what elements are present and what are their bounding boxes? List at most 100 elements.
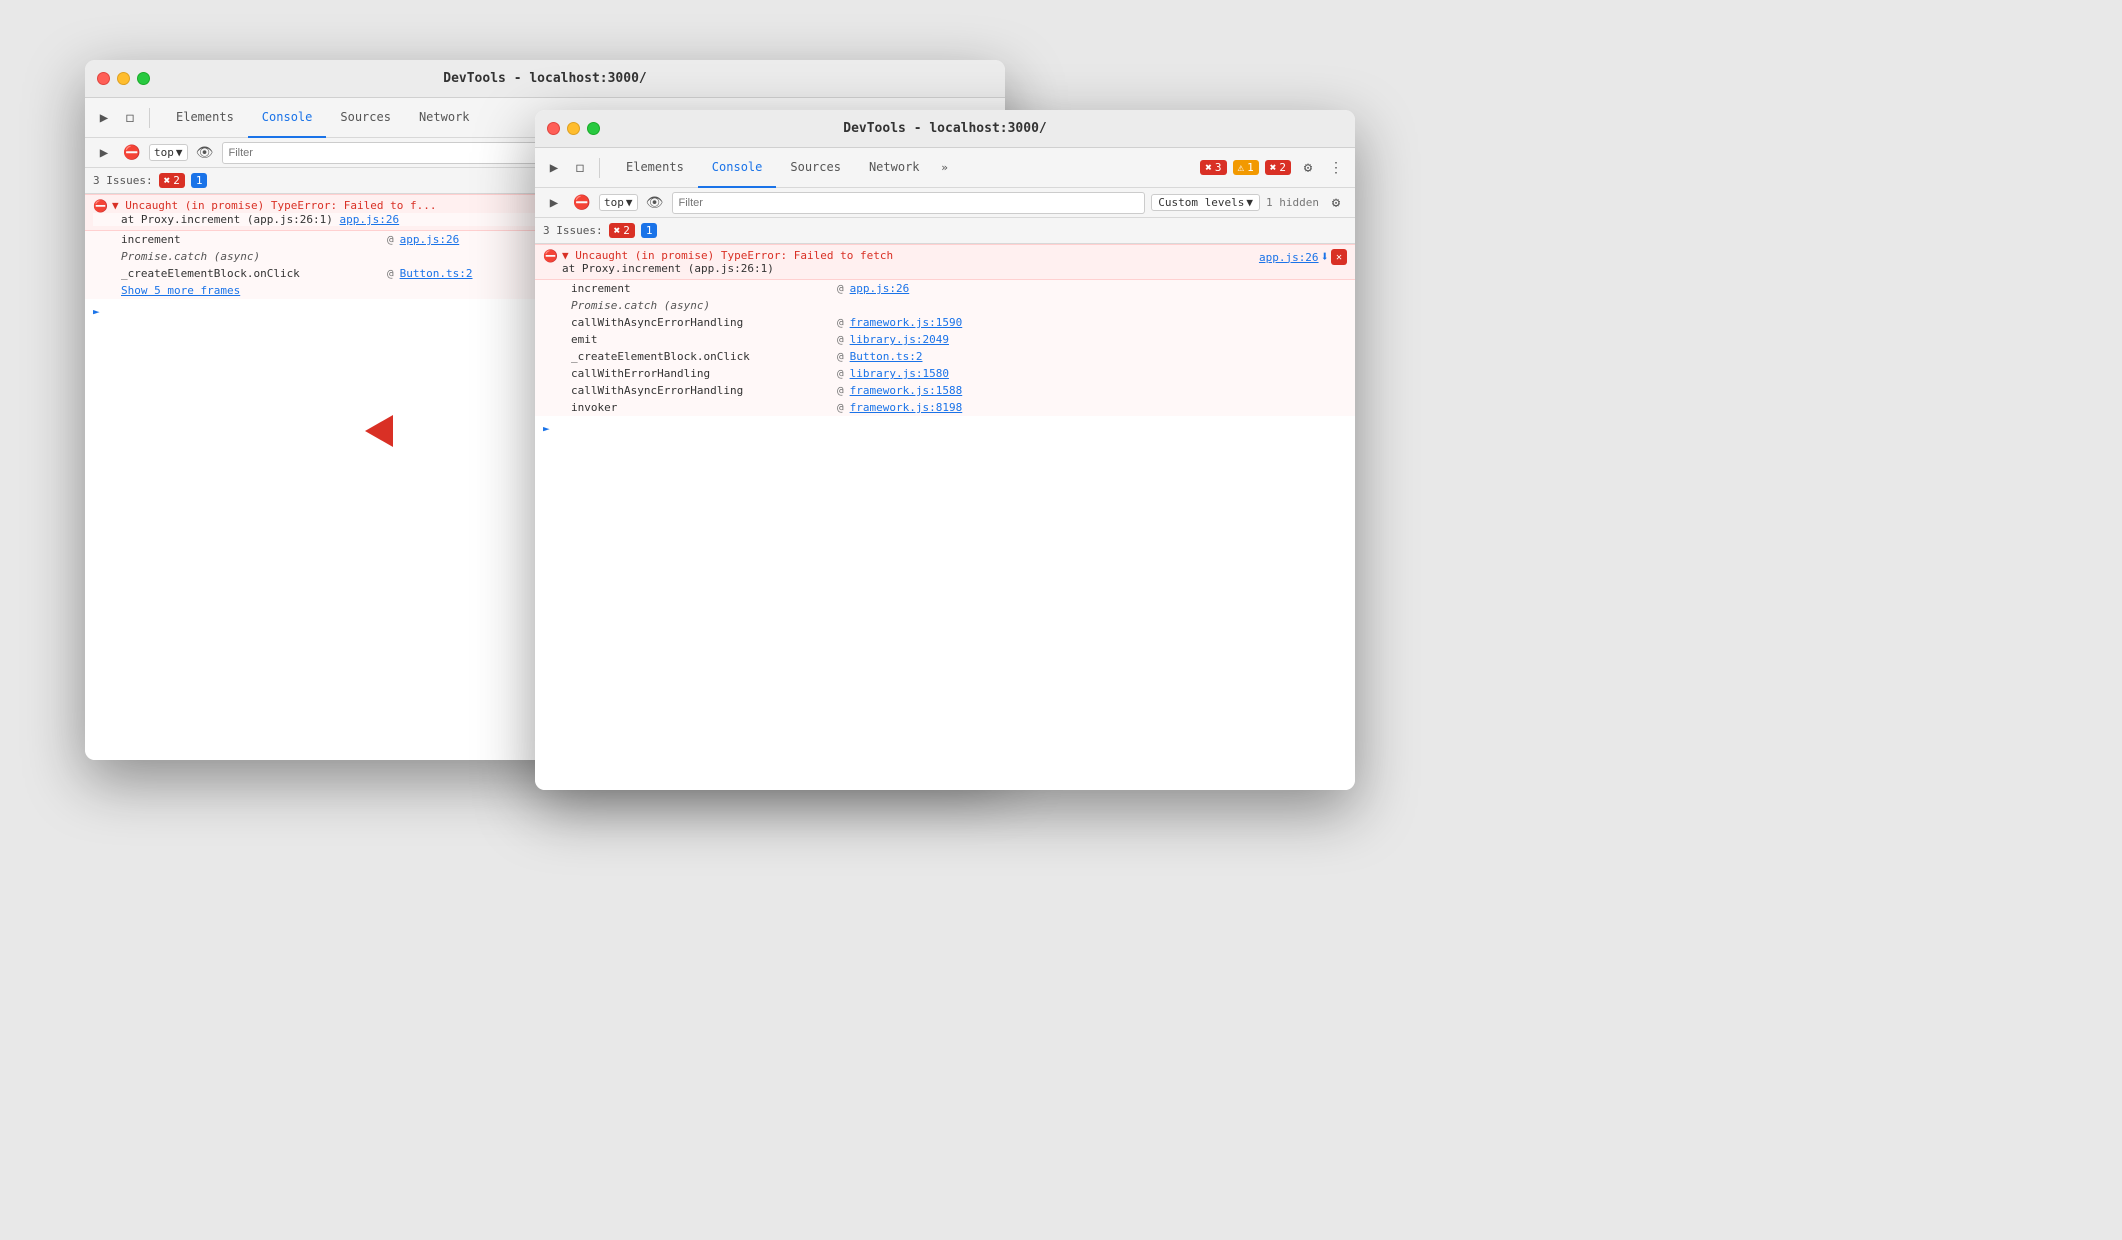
close-error-icon-front[interactable]: ✕ xyxy=(1331,249,1347,265)
maximize-button-front[interactable] xyxy=(587,122,600,135)
stack-line-3-front: emit @ library.js:2049 xyxy=(535,331,1355,348)
stack-line-0-front: increment @ app.js:26 xyxy=(535,280,1355,297)
eye-icon-front[interactable]: 👁 xyxy=(644,192,666,214)
func-0-front: increment xyxy=(571,282,831,295)
link-0-front[interactable]: app.js:26 xyxy=(850,282,910,295)
block-icon-front[interactable]: ⛔ xyxy=(571,192,593,214)
error-main-line-front: ⛔ ▼ Uncaught (in promise) TypeError: Fai… xyxy=(543,249,1347,275)
console-prompt-front[interactable]: ► xyxy=(535,416,1355,441)
context-dropdown-front[interactable]: top ▼ xyxy=(599,194,638,211)
link-5-front[interactable]: library.js:1580 xyxy=(850,367,949,380)
at-0-back: @ xyxy=(387,233,394,246)
at-7-front: @ xyxy=(837,401,844,414)
info-badge-back[interactable]: 1 xyxy=(191,173,208,188)
context-label-front: top xyxy=(604,196,624,209)
func-1-back: Promise.catch (async) xyxy=(121,250,381,263)
func-6-front: callWithAsyncErrorHandling xyxy=(571,384,831,397)
warning-badge-front[interactable]: ⚠ 1 xyxy=(1233,160,1259,175)
at-5-front: @ xyxy=(837,367,844,380)
pointer-icon-front[interactable]: ▶ xyxy=(543,157,565,179)
tab-elements-front[interactable]: Elements xyxy=(612,148,698,188)
error-badge-issues-front[interactable]: ✖ 2 xyxy=(609,223,635,238)
at-2-back: @ xyxy=(387,267,394,280)
link-3-front[interactable]: library.js:2049 xyxy=(850,333,949,346)
stack-line-6-front: callWithAsyncErrorHandling @ framework.j… xyxy=(535,382,1355,399)
stack-line-7-front: invoker @ framework.js:8198 xyxy=(535,399,1355,416)
issues-label-front: 3 Issues: xyxy=(543,224,603,237)
tab-sources-front[interactable]: Sources xyxy=(776,148,855,188)
link-0-back[interactable]: app.js:26 xyxy=(400,233,460,246)
close-button-front[interactable] xyxy=(547,122,560,135)
error-icon-issues-front: ✖ xyxy=(614,224,621,237)
error2-count-front: 2 xyxy=(1279,161,1286,174)
inspector-icon-front[interactable]: ◻ xyxy=(569,157,591,179)
red-arrow-annotation xyxy=(365,415,393,447)
prompt-caret-front: ► xyxy=(543,422,550,435)
issues-label-back: 3 Issues: xyxy=(93,174,153,187)
app-link-front[interactable]: app.js:26 xyxy=(1259,251,1319,264)
func-2-front: callWithAsyncErrorHandling xyxy=(571,316,831,329)
tab-console-back[interactable]: Console xyxy=(248,98,327,138)
pointer-icon[interactable]: ▶ xyxy=(93,107,115,129)
warning-count-front: 1 xyxy=(1247,161,1254,174)
at-4-front: @ xyxy=(837,350,844,363)
show-more-back[interactable]: Show 5 more frames xyxy=(121,284,240,297)
error-row-front: ⛔ ▼ Uncaught (in promise) TypeError: Fai… xyxy=(535,244,1355,280)
console-settings-icon[interactable]: ⚙ xyxy=(1325,192,1347,214)
titlebar-back: DevTools - localhost:3000/ xyxy=(85,60,1005,98)
tab-network-back[interactable]: Network xyxy=(405,98,484,138)
console-content-front: ⛔ ▼ Uncaught (in promise) TypeError: Fai… xyxy=(535,244,1355,790)
tab-console-front[interactable]: Console xyxy=(698,148,777,188)
context-label-back: top xyxy=(154,146,174,159)
app-link-1-back[interactable]: app.js:26 xyxy=(340,213,400,226)
close-button-back[interactable] xyxy=(97,72,110,85)
custom-levels-button[interactable]: Custom levels ▼ xyxy=(1151,194,1260,211)
func-5-front: callWithErrorHandling xyxy=(571,367,831,380)
block-icon-back[interactable]: ⛔ xyxy=(121,142,143,164)
dropdown-arrow-back: ▼ xyxy=(176,146,183,159)
play-icon-front[interactable]: ▶ xyxy=(543,192,565,214)
context-dropdown-back[interactable]: top ▼ xyxy=(149,144,188,161)
download-icon-front[interactable]: ⬇ xyxy=(1321,249,1329,265)
func-0-back: increment xyxy=(121,233,381,246)
more-icon-front[interactable]: ⋮ xyxy=(1325,157,1347,179)
func-3-front: emit xyxy=(571,333,831,346)
minimize-button-front[interactable] xyxy=(567,122,580,135)
play-icon-back[interactable]: ▶ xyxy=(93,142,115,164)
error2-badge-front[interactable]: ✖ 2 xyxy=(1265,160,1291,175)
func-4-front: _createElementBlock.onClick xyxy=(571,350,831,363)
stack-line-5-front: callWithErrorHandling @ library.js:1580 xyxy=(535,365,1355,382)
gear-icon-front[interactable]: ⚙ xyxy=(1297,157,1319,179)
error-badge-back[interactable]: ✖ 2 xyxy=(159,173,185,188)
error-badge-front[interactable]: ✖ 3 xyxy=(1200,160,1226,175)
func-7-front: invoker xyxy=(571,401,831,414)
link-7-front[interactable]: framework.js:8198 xyxy=(850,401,963,414)
error-circle-icon-front: ⛔ xyxy=(543,249,558,263)
sep1-front xyxy=(599,158,600,178)
devtools-window-front: DevTools - localhost:3000/ ▶ ◻ Elements … xyxy=(535,110,1355,790)
link-2-back[interactable]: Button.ts:2 xyxy=(400,267,473,280)
tab-elements-back[interactable]: Elements xyxy=(162,98,248,138)
error-second-line-front: at Proxy.increment (app.js:26:1) xyxy=(562,262,893,275)
tab-sources-back[interactable]: Sources xyxy=(326,98,405,138)
sep1 xyxy=(149,108,150,128)
error-x-icon: ✖ xyxy=(1205,161,1212,174)
tab-network-front[interactable]: Network xyxy=(855,148,934,188)
at-2-front: @ xyxy=(837,316,844,329)
minimize-button-back[interactable] xyxy=(117,72,130,85)
more-tabs-icon[interactable]: » xyxy=(934,157,956,179)
error-count-issues-front: 2 xyxy=(623,224,630,237)
eye-icon-back[interactable]: 👁 xyxy=(194,142,216,164)
link-6-front[interactable]: framework.js:1588 xyxy=(850,384,963,397)
stack-line-2-front: callWithAsyncErrorHandling @ framework.j… xyxy=(535,314,1355,331)
hidden-count: 1 hidden xyxy=(1266,196,1319,209)
custom-levels-label: Custom levels xyxy=(1158,196,1244,209)
maximize-button-back[interactable] xyxy=(137,72,150,85)
inspector-icon[interactable]: ◻ xyxy=(119,107,141,129)
info-badge-issues-front[interactable]: 1 xyxy=(641,223,658,238)
link-2-front[interactable]: framework.js:1590 xyxy=(850,316,963,329)
link-4-front[interactable]: Button.ts:2 xyxy=(850,350,923,363)
filter-input-front[interactable] xyxy=(672,192,1146,214)
stack-line-1-front: Promise.catch (async) xyxy=(535,297,1355,314)
func-2-back: _createElementBlock.onClick xyxy=(121,267,381,280)
